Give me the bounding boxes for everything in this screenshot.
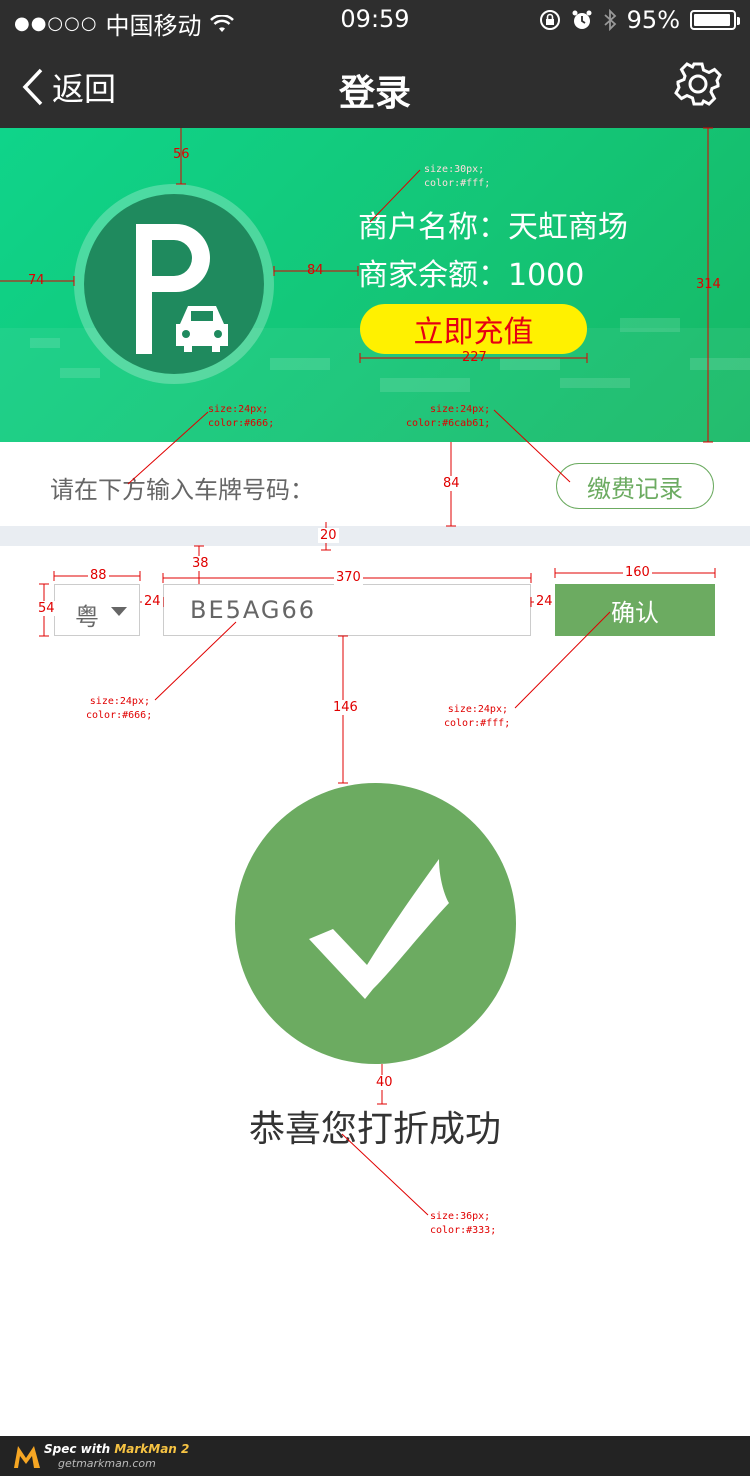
page-title: 登录 bbox=[338, 73, 411, 114]
dimension-label: 40 bbox=[374, 1075, 395, 1090]
dimension-label: 314 bbox=[696, 277, 721, 292]
dimension-label: 370 bbox=[334, 570, 363, 585]
gear-icon bbox=[674, 62, 722, 106]
dimension-label: 146 bbox=[331, 700, 360, 715]
merchant-name: 商户名称：天虹商场 bbox=[358, 210, 628, 245]
recharge-button[interactable]: 立即充值 bbox=[360, 304, 587, 354]
rotation-lock-icon bbox=[539, 10, 560, 30]
province-select[interactable]: 粤 bbox=[54, 584, 140, 636]
status-right: 95% bbox=[539, 6, 740, 34]
parking-car-icon bbox=[84, 194, 264, 374]
plate-number-input[interactable] bbox=[163, 584, 531, 636]
spec-note-input: size:24px; color:#666; bbox=[86, 696, 153, 721]
battery-icon bbox=[690, 10, 740, 30]
checkmark-icon bbox=[309, 859, 449, 999]
spec-note-banner: size:30px; color:#fff; bbox=[424, 164, 491, 189]
merchant-balance: 商家余额：1000 bbox=[358, 258, 585, 293]
province-value: 粤 bbox=[75, 603, 99, 631]
spec-note-records: size:24px; color:#6cab61; bbox=[406, 404, 491, 429]
parking-logo bbox=[74, 184, 274, 384]
dimension-label: 56 bbox=[173, 147, 190, 162]
dimension-label: 84 bbox=[307, 263, 324, 278]
payment-records-button[interactable]: 缴费记录 bbox=[556, 463, 714, 509]
spec-note-confirm: size:24px; color:#fff; bbox=[444, 704, 511, 729]
alarm-icon bbox=[572, 10, 592, 29]
caret-down-icon bbox=[111, 607, 127, 616]
section-divider bbox=[0, 526, 750, 546]
footer-title: Spec with MarkMan 2 bbox=[44, 1442, 190, 1456]
dimension-label: 24 bbox=[534, 594, 555, 609]
dimension-label: 38 bbox=[190, 556, 211, 571]
success-message: 恭喜您打折成功 bbox=[248, 1109, 501, 1150]
prompt-row: 请在下方输入车牌号码： 缴费记录 bbox=[0, 442, 750, 526]
dimension-label: 74 bbox=[28, 273, 45, 288]
plate-prompt: 请在下方输入车牌号码： bbox=[50, 476, 314, 504]
merchant-banner: 商户名称：天虹商场 商家余额：1000 立即充值 bbox=[0, 128, 750, 442]
spec-note-prompt: size:24px; color:#666; bbox=[208, 404, 275, 429]
status-bar: ●●○○○ 中国移动 09:59 95% bbox=[0, 0, 750, 40]
dimension-label: 20 bbox=[318, 528, 339, 543]
spec-note-success: size:36px; color:#333; bbox=[430, 1211, 497, 1236]
dimension-label: 227 bbox=[462, 350, 487, 365]
nav-bar: 返回 登录 bbox=[0, 40, 750, 128]
footer-url: getmarkman.com bbox=[58, 1457, 156, 1470]
dimension-label: 160 bbox=[623, 565, 652, 580]
battery-percent: 95% bbox=[626, 6, 680, 34]
dimension-label: 54 bbox=[36, 601, 57, 616]
confirm-button[interactable]: 确认 bbox=[555, 584, 715, 636]
bluetooth-icon bbox=[604, 9, 616, 31]
success-badge bbox=[235, 783, 516, 1064]
markman-footer: Spec with MarkMan 2 getmarkman.com bbox=[0, 1436, 750, 1476]
dimension-label: 24 bbox=[142, 594, 163, 609]
settings-button[interactable] bbox=[674, 60, 722, 108]
markman-logo-icon bbox=[14, 1446, 40, 1468]
dimension-label: 88 bbox=[88, 568, 109, 583]
dimension-label: 84 bbox=[441, 476, 462, 491]
